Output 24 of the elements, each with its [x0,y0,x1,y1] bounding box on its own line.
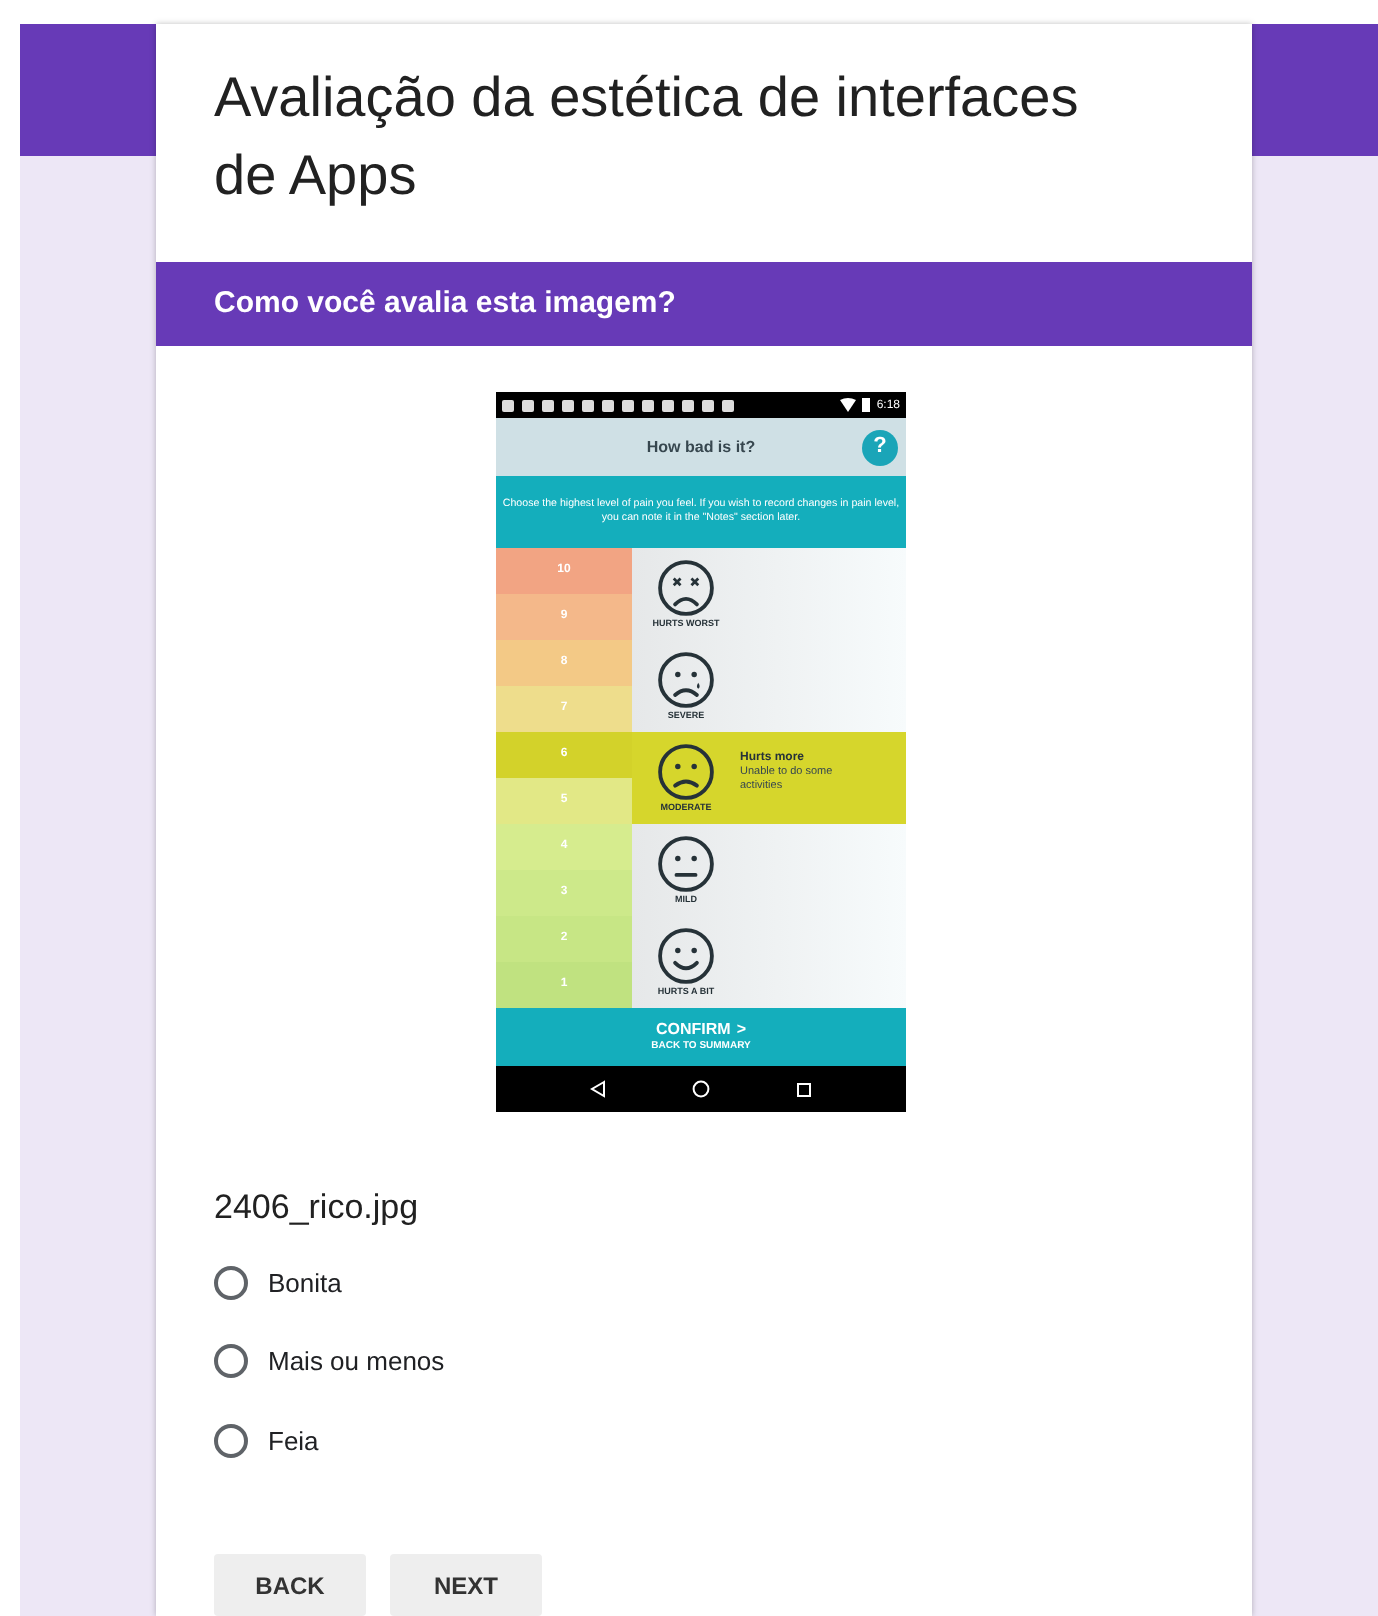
wifi-icon [840,398,857,412]
radio-button[interactable] [214,1344,248,1379]
nav-button[interactable]: BACK [214,1554,366,1616]
image-caption: 2406_rico.jpg [214,1186,421,1230]
radio-button[interactable] [214,1265,248,1300]
face-icon [656,833,716,894]
form-title: Avaliação da estética de interfaces de Apps [212,64,1081,210]
face-icon [656,557,716,618]
section-title: Como você avalia esta imagem? [214,283,676,324]
option-label: Mais ou menos [268,1344,445,1380]
face-icon [656,925,716,986]
face-icon [656,649,716,710]
home-icon[interactable] [691,1080,710,1098]
app-header-title: How bad is it? [646,435,756,459]
option-label: Feia [268,1423,319,1459]
back-icon[interactable] [589,1080,606,1098]
option-label: Bonita [268,1265,342,1301]
help-button[interactable]: ? [862,429,898,465]
battery-icon [862,398,871,412]
confirm-button[interactable]: CONFIRM > [656,1020,746,1040]
radio-button[interactable] [214,1423,248,1458]
recents-icon[interactable] [796,1081,813,1097]
nav-button[interactable]: NEXT [390,1554,542,1616]
face-icon [656,741,716,802]
